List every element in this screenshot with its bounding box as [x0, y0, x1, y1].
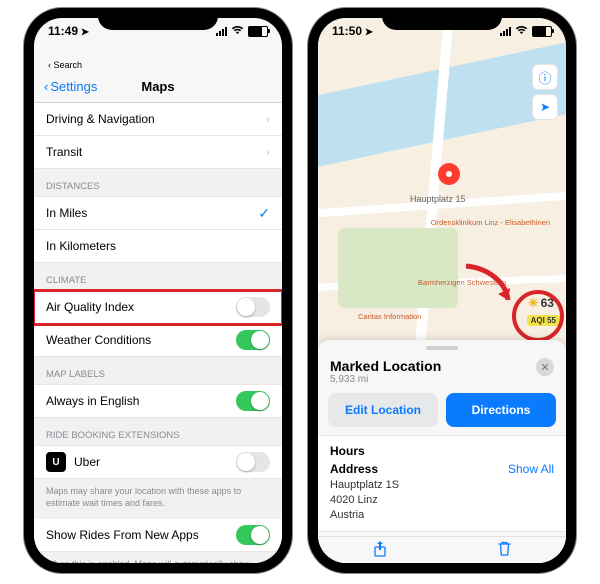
map-locate-button[interactable]: ➤ [532, 94, 558, 120]
section-header-distances: DISTANCES [34, 169, 282, 197]
row-uber[interactable]: UUber [34, 446, 282, 479]
ride-footer-note-2: When this is enabled, Maps will automati… [34, 552, 282, 563]
show-all-link[interactable]: Show All [508, 462, 554, 476]
wifi-icon [231, 24, 244, 38]
row-air-quality-index[interactable]: Air Quality Index [34, 291, 282, 324]
home-indicator[interactable] [113, 566, 203, 570]
row-in-miles[interactable]: In Miles✓ [34, 197, 282, 230]
row-in-kilometers[interactable]: In Kilometers [34, 230, 282, 263]
aqi-badge: AQI 55 [527, 315, 560, 326]
address-lines: Hauptplatz 1S 4020 Linz Austria [318, 476, 566, 531]
poi-label: Ordensklinikum Linz - Elisabethinen [431, 218, 550, 227]
trash-icon [498, 541, 511, 556]
battery-icon [532, 26, 552, 37]
toggle-english[interactable] [236, 391, 270, 411]
directions-button[interactable]: Directions [446, 393, 556, 427]
signal-icon [216, 27, 227, 36]
page-title: Maps [141, 79, 174, 94]
card-title: Marked Location [330, 358, 441, 374]
location-icon: ➤ [540, 100, 550, 114]
section-header-ride: RIDE BOOKING EXTENSIONS [34, 418, 282, 446]
section-header-map-labels: MAP LABELS [34, 357, 282, 385]
card-distance: 5,933 mi [330, 374, 441, 385]
checkmark-icon: ✓ [258, 205, 270, 222]
address-label: Address [330, 462, 378, 476]
battery-icon [248, 26, 268, 37]
toggle-weather[interactable] [236, 330, 270, 350]
poi-label: Barmherzigen Schwestern [418, 278, 506, 287]
info-icon: ⓘ [538, 68, 551, 87]
status-time: 11:50 [332, 24, 362, 38]
toggle-aqi[interactable] [236, 297, 270, 317]
row-weather-conditions[interactable]: Weather Conditions [34, 324, 282, 357]
wifi-icon [515, 24, 528, 38]
card-grabber[interactable] [426, 346, 458, 350]
row-transit[interactable]: Transit› [34, 136, 282, 169]
location-arrow-icon: ➤ [78, 27, 89, 38]
delete-button[interactable] [498, 541, 511, 559]
map-pin-icon[interactable] [438, 163, 460, 185]
weather-aqi-widget[interactable]: ☀63° AQI 55 [527, 296, 560, 328]
hours-label: Hours [330, 444, 365, 458]
row-driving-navigation[interactable]: Driving & Navigation› [34, 103, 282, 136]
uber-app-icon: U [46, 452, 66, 472]
card-close-button[interactable]: ✕ [536, 358, 554, 376]
share-icon [373, 541, 387, 557]
ride-footer-note: Maps may share your location with these … [34, 479, 282, 519]
signal-icon [500, 27, 511, 36]
sun-icon: ☀ [528, 296, 539, 310]
map-pin-label: Hauptplatz 15 [410, 194, 466, 204]
row-always-english[interactable]: Always in English [34, 385, 282, 418]
card-toolbar [318, 536, 566, 563]
poi-label: Caritas Information [358, 312, 421, 321]
chevron-right-icon: › [266, 145, 270, 159]
home-indicator[interactable] [397, 566, 487, 570]
toggle-show-new-rides[interactable] [236, 525, 270, 545]
share-button[interactable] [373, 541, 387, 560]
close-icon: ✕ [540, 361, 549, 374]
nav-bar: ‹Settings Maps [34, 70, 282, 103]
chevron-right-icon: › [266, 112, 270, 126]
place-card: Marked Location 5,933 mi ✕ Edit Location… [318, 340, 566, 563]
edit-location-button[interactable]: Edit Location [328, 393, 438, 427]
status-time: 11:49 [48, 24, 78, 38]
nav-back-button[interactable]: ‹Settings [44, 79, 97, 94]
toggle-uber[interactable] [236, 452, 270, 472]
row-show-new-rides[interactable]: Show Rides From New Apps [34, 519, 282, 552]
map-info-button[interactable]: ⓘ [532, 64, 558, 90]
location-arrow-icon: ➤ [362, 27, 373, 38]
section-header-climate: CLIMATE [34, 263, 282, 291]
chevron-left-icon: ‹ [44, 79, 48, 94]
breadcrumb-back[interactable]: ‹ Search [34, 60, 282, 70]
